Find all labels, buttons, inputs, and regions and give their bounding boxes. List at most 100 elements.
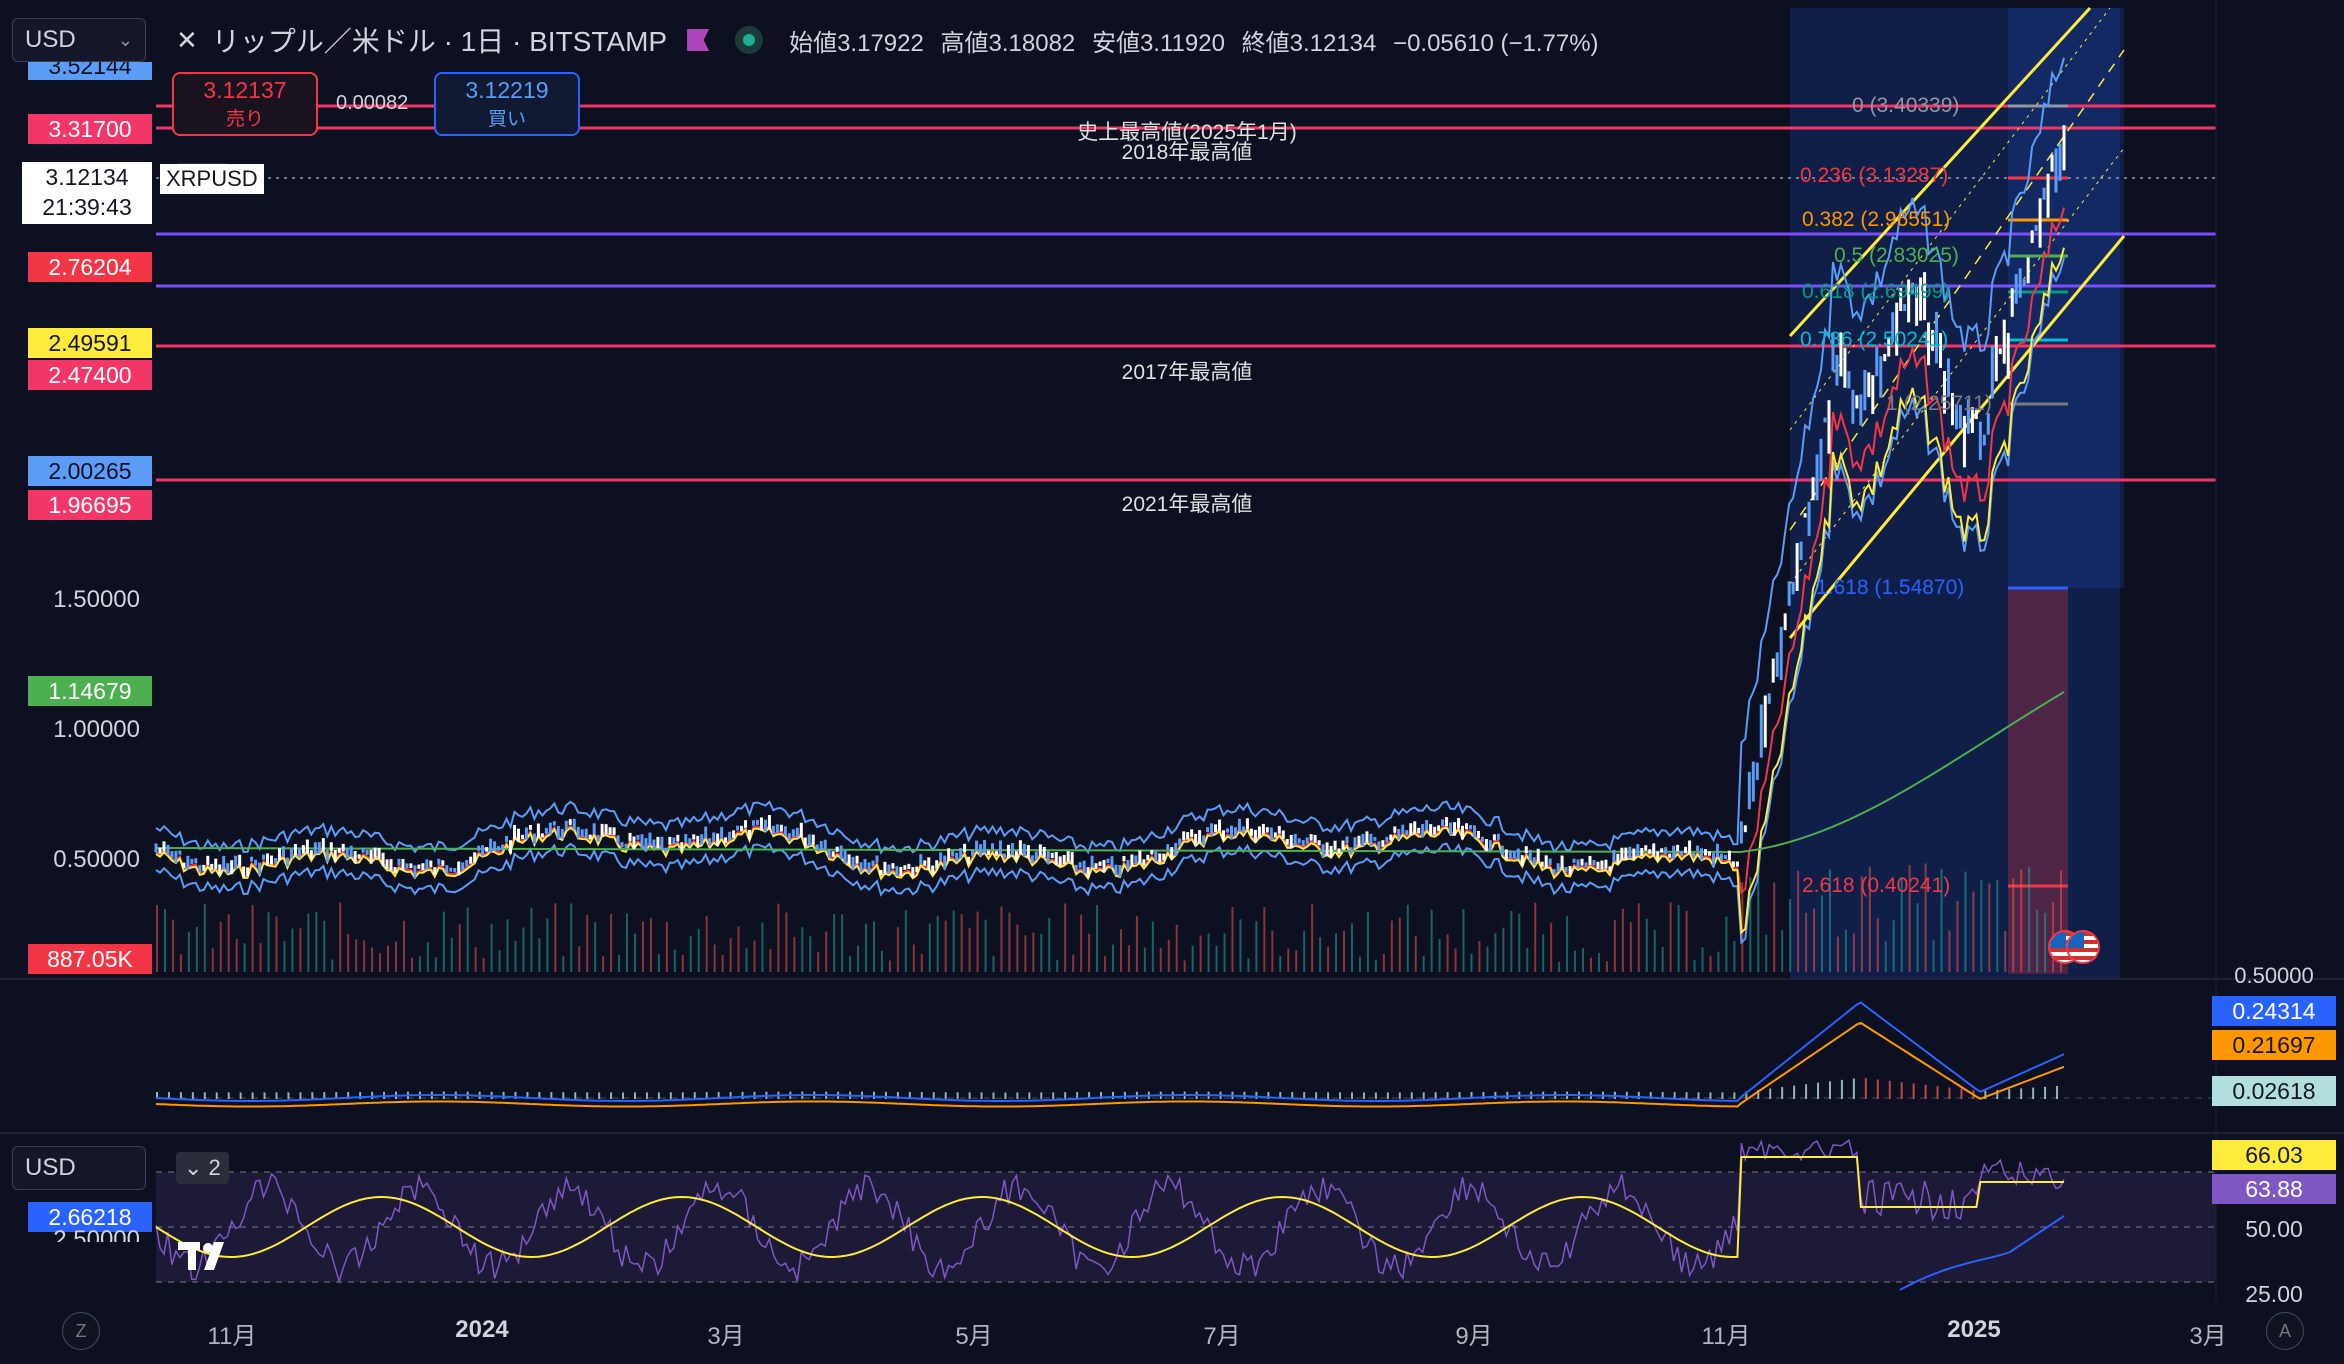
volume-bar xyxy=(171,919,174,972)
volume-bar xyxy=(1972,891,1975,972)
candle xyxy=(1588,855,1592,865)
candle xyxy=(258,862,262,876)
zoom-reset-button[interactable]: Z xyxy=(62,1312,100,1350)
annotation-high-2021: 2021年最高値 xyxy=(1121,493,1253,516)
candle xyxy=(1182,831,1186,841)
candle xyxy=(1990,345,1994,399)
candle xyxy=(210,863,214,870)
candle xyxy=(1484,839,1488,852)
rsi-currency-select[interactable]: USD xyxy=(12,1146,146,1190)
candle xyxy=(1727,850,1731,861)
candle xyxy=(1281,830,1285,839)
candle xyxy=(624,843,628,848)
candle xyxy=(1548,858,1552,865)
candle xyxy=(289,848,293,859)
volume-bar xyxy=(1159,947,1162,972)
candle xyxy=(1042,846,1046,857)
candle xyxy=(1851,389,1855,424)
tradingview-logo[interactable] xyxy=(176,1236,240,1276)
candle xyxy=(1751,761,1755,802)
market-status-icon[interactable] xyxy=(735,26,764,54)
candle xyxy=(1082,860,1086,874)
candle xyxy=(1301,840,1305,846)
candle xyxy=(1640,848,1644,857)
candle xyxy=(206,855,210,866)
candle xyxy=(1425,820,1429,831)
candle xyxy=(1445,817,1449,827)
candle xyxy=(1026,845,1030,859)
volume-bar xyxy=(474,947,477,972)
candle xyxy=(1014,851,1018,861)
auto-scale-button[interactable]: A xyxy=(2266,1312,2304,1350)
volume-bar xyxy=(371,947,374,972)
candle xyxy=(644,838,648,852)
candle xyxy=(899,866,903,877)
volume-bar xyxy=(530,907,533,972)
volume-bar xyxy=(1151,921,1154,972)
volume-bar xyxy=(1287,948,1290,972)
candle xyxy=(1210,823,1214,836)
volume-bar xyxy=(936,915,939,972)
volume-bar xyxy=(156,905,158,972)
x-close-icon[interactable]: ✕ xyxy=(176,25,198,56)
candle xyxy=(1520,855,1524,866)
currency-select[interactable]: USD ⌄ xyxy=(12,18,146,62)
volume-bar xyxy=(833,913,836,972)
macd-hist-bar xyxy=(1052,1092,1055,1099)
volume-bar xyxy=(1279,955,1282,972)
symbol-header: ✕ リップル／米ドル · 1日 · BITSTAMP 始値3.17922 高値3… xyxy=(176,18,1599,62)
volume-bar xyxy=(705,916,708,972)
us-flag-icon[interactable] xyxy=(2066,930,2100,964)
macd-hist-bar xyxy=(1709,1092,1712,1099)
symbol-title[interactable]: リップル／米ドル · 1日 · BITSTAMP xyxy=(212,20,667,60)
volume-bar xyxy=(1127,945,1130,972)
macd-hist-bar xyxy=(1769,1088,1772,1099)
candle xyxy=(1636,844,1640,856)
candle xyxy=(166,844,170,855)
candle xyxy=(234,855,238,870)
chart-app: USD ⌄ ✕ リップル／米ドル · 1日 · BITSTAMP 始値3.179… xyxy=(0,0,2344,1364)
sell-button[interactable]: 3.12137 売り xyxy=(172,72,318,136)
volume-bar xyxy=(1072,954,1075,972)
ohlc-open-label: 始値 xyxy=(789,29,838,57)
candle xyxy=(369,849,373,864)
candle xyxy=(401,858,405,870)
volume-bar xyxy=(251,905,254,972)
candle xyxy=(1600,860,1604,870)
macd-hist-bar xyxy=(1362,1092,1365,1099)
candle xyxy=(1480,836,1484,843)
candle xyxy=(1369,833,1373,847)
macd-hist-bar xyxy=(980,1092,983,1099)
candle xyxy=(560,829,564,839)
buy-price: 3.12219 xyxy=(465,77,549,103)
volume-bar xyxy=(1438,939,1441,972)
candle xyxy=(859,862,863,873)
rsi-legend-chip[interactable]: ⌄ 2 xyxy=(176,1152,229,1184)
price-chart-canvas[interactable] xyxy=(0,0,2344,1364)
volume-bar xyxy=(1255,921,1258,972)
candle xyxy=(835,846,839,852)
candle xyxy=(1389,834,1393,841)
volume-bar xyxy=(1215,945,1218,972)
volume-bar xyxy=(1821,895,1824,972)
macd-hist-bar xyxy=(741,1091,744,1099)
candle xyxy=(1962,415,1966,468)
ohlc-open: 3.17922 xyxy=(837,29,924,57)
buy-button[interactable]: 3.12219 買い xyxy=(434,72,580,136)
ohlc-readout: 始値3.17922 高値3.18082 安値3.11920 終値3.12134 … xyxy=(789,23,1598,58)
candle xyxy=(1536,848,1540,862)
volume-bar xyxy=(339,902,342,972)
volume-bar xyxy=(825,931,828,972)
candle xyxy=(1106,858,1110,864)
flag-icon[interactable] xyxy=(687,29,710,51)
candle xyxy=(1524,846,1528,854)
volume-bar xyxy=(602,956,605,972)
volume-bar xyxy=(578,946,581,972)
macd-hist-bar xyxy=(1434,1092,1437,1099)
volume-bar xyxy=(912,944,915,972)
candle xyxy=(174,850,178,864)
candle xyxy=(270,855,274,865)
candle xyxy=(847,854,851,866)
volume-bar xyxy=(1303,931,1306,972)
volume-bar xyxy=(243,943,246,972)
